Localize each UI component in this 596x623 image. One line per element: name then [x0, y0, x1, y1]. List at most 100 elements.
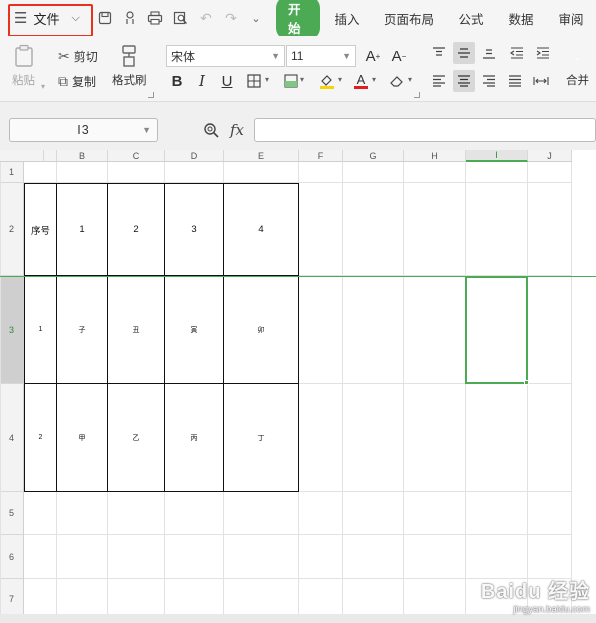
column-header-e[interactable]: E	[224, 150, 299, 162]
cell-b2[interactable]: 1	[57, 183, 108, 276]
bold-icon[interactable]: B	[166, 70, 188, 92]
cell-b4[interactable]: 甲	[57, 384, 108, 492]
cell-b3[interactable]: 子	[57, 276, 108, 384]
cell-j5[interactable]	[528, 492, 572, 535]
undo-icon[interactable]: ↶	[195, 0, 217, 36]
cell-a4[interactable]: 2	[24, 384, 57, 492]
paste-button[interactable]: 粘贴	[12, 44, 35, 88]
cell-a5[interactable]	[24, 492, 57, 535]
cell-k6[interactable]	[0, 535, 1, 579]
cell-j1[interactable]	[528, 162, 572, 183]
cell-b7[interactable]	[57, 579, 108, 614]
borders-dropdown-icon[interactable]: ▾	[265, 75, 269, 84]
cell-h7[interactable]	[404, 579, 466, 614]
borders-icon[interactable]	[243, 70, 265, 92]
cell-g1[interactable]	[343, 162, 404, 183]
justify-icon[interactable]	[504, 70, 526, 92]
cell-j6[interactable]	[528, 535, 572, 579]
cell-h6[interactable]	[404, 535, 466, 579]
cell-g4[interactable]	[343, 384, 404, 492]
font-size-select[interactable]: 11 ▼	[286, 45, 356, 67]
font-shrink-icon[interactable]: A −	[388, 45, 410, 67]
cell-g7[interactable]	[343, 579, 404, 614]
cell-c3[interactable]: 丑	[108, 276, 165, 384]
row-header-5[interactable]: 5	[0, 492, 24, 535]
cell-f1[interactable]	[299, 162, 343, 183]
cell-e7[interactable]	[224, 579, 299, 614]
cell-e2[interactable]: 4	[224, 183, 299, 276]
column-header-overflow[interactable]	[0, 150, 44, 162]
cell-a1[interactable]	[24, 162, 57, 183]
font-grow-icon[interactable]: A +	[362, 45, 384, 67]
cell-j2[interactable]	[528, 183, 572, 276]
copy-button[interactable]: ⧉ 复制	[58, 70, 96, 92]
cell-f4[interactable]	[299, 384, 343, 492]
merge-cells-button[interactable]: · 合并	[566, 44, 589, 88]
cell-k2[interactable]	[0, 183, 1, 276]
row-header-6[interactable]: 6	[0, 535, 24, 579]
tab-home[interactable]: 开始	[276, 0, 320, 40]
cell-j3[interactable]	[528, 276, 572, 384]
quick-access-more-icon[interactable]: ⌄	[245, 0, 267, 36]
underline-icon[interactable]: U	[216, 70, 238, 92]
column-header-b[interactable]: B	[57, 150, 108, 162]
cell-d5[interactable]	[165, 492, 224, 535]
tab-data[interactable]: 数据	[504, 0, 538, 36]
cell-f5[interactable]	[299, 492, 343, 535]
fill-color-icon[interactable]	[316, 70, 338, 92]
cell-d2[interactable]: 3	[165, 183, 224, 276]
cell-d3[interactable]: 寅	[165, 276, 224, 384]
decrease-indent-icon[interactable]	[506, 42, 528, 64]
cell-d6[interactable]	[165, 535, 224, 579]
column-header-i[interactable]: I	[466, 150, 528, 162]
cell-j4[interactable]	[528, 384, 572, 492]
cell-c7[interactable]	[108, 579, 165, 614]
cell-i4[interactable]	[466, 384, 528, 492]
cell-d7[interactable]	[165, 579, 224, 614]
cell-k3[interactable]	[0, 276, 1, 384]
tab-insert[interactable]: 插入	[330, 0, 364, 36]
cell-f2[interactable]	[299, 183, 343, 276]
formula-input[interactable]	[254, 118, 596, 142]
cell-g3[interactable]	[343, 276, 404, 384]
font-color-dropdown-icon[interactable]: ▾	[372, 75, 376, 84]
align-center-icon[interactable]	[453, 70, 475, 92]
clipboard-group-expander[interactable]	[148, 92, 154, 98]
cell-f7[interactable]	[299, 579, 343, 614]
cell-e4[interactable]: 丁	[224, 384, 299, 492]
align-right-icon[interactable]	[478, 70, 500, 92]
cell-i5[interactable]	[466, 492, 528, 535]
cell-i2[interactable]	[466, 183, 528, 276]
tab-review[interactable]: 审阅	[554, 0, 588, 36]
cell-h2[interactable]	[404, 183, 466, 276]
cell-b1[interactable]	[57, 162, 108, 183]
row-header-1[interactable]: 1	[0, 162, 24, 183]
name-box[interactable]: I3 ▼	[9, 118, 158, 142]
clear-dropdown-icon[interactable]: ▾	[408, 75, 412, 84]
font-color-icon[interactable]: A	[350, 70, 372, 92]
clear-format-icon[interactable]	[386, 70, 408, 92]
cell-c4[interactable]: 乙	[108, 384, 165, 492]
cell-h5[interactable]	[404, 492, 466, 535]
cell-a7[interactable]	[24, 579, 57, 614]
cell-i6[interactable]	[466, 535, 528, 579]
align-bottom-icon[interactable]	[478, 42, 500, 64]
cell-h3[interactable]	[404, 276, 466, 384]
font-name-select[interactable]: 宋体 ▼	[166, 45, 285, 67]
print-preview-icon[interactable]	[170, 0, 192, 36]
align-top-icon[interactable]	[428, 42, 450, 64]
italic-icon[interactable]: I	[191, 70, 213, 92]
cell-d4[interactable]: 丙	[165, 384, 224, 492]
row-header-4[interactable]: 4	[0, 384, 24, 492]
cell-style-icon[interactable]	[280, 70, 302, 92]
row-header-2[interactable]: 2	[0, 183, 24, 276]
cut-button[interactable]: ✂ 剪切	[58, 45, 98, 67]
cell-k5[interactable]	[0, 492, 1, 535]
cell-k1[interactable]	[0, 162, 1, 183]
tab-page-layout[interactable]: 页面布局	[380, 0, 438, 36]
cell-i1[interactable]	[466, 162, 528, 183]
font-group-expander[interactable]	[414, 92, 420, 98]
row-header-7[interactable]: 7	[0, 579, 24, 614]
redo-icon[interactable]: ↷	[220, 0, 242, 36]
cell-a6[interactable]	[24, 535, 57, 579]
